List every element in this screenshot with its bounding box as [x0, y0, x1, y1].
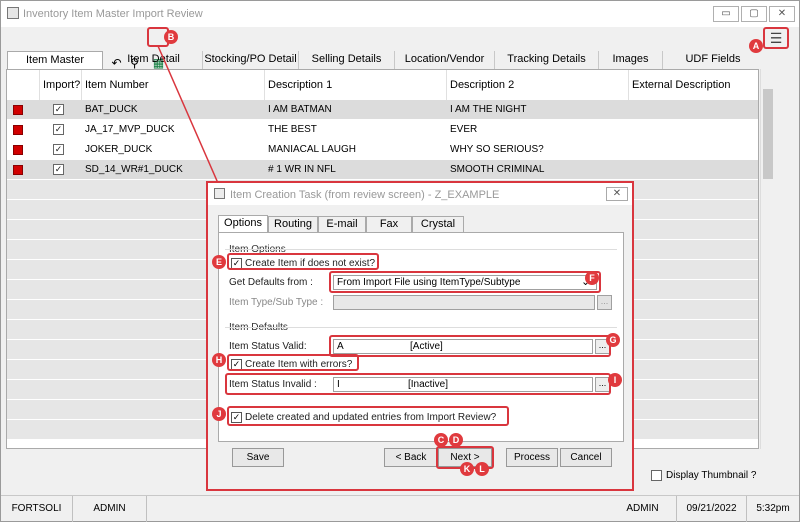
cancel-button[interactable]: Cancel: [560, 448, 612, 467]
type-subtype-input: [333, 295, 595, 310]
marker-k: K: [460, 462, 474, 476]
highlight-create-with-errors: [227, 354, 359, 371]
dialog-tab-email[interactable]: E-mail: [318, 216, 366, 233]
dialog-title-bar: Item Creation Task (from review screen) …: [208, 183, 632, 205]
get-defaults-label: Get Defaults from :: [229, 277, 313, 288]
highlight-create-if-missing: [227, 253, 379, 270]
marker-i: I: [608, 373, 622, 387]
marker-d: D: [449, 433, 463, 447]
marker-h: H: [212, 353, 226, 367]
highlight-status-valid: [329, 335, 611, 357]
back-button[interactable]: < Back: [384, 448, 438, 467]
dialog-close-button[interactable]: ✕: [606, 187, 628, 201]
dialog-title: Item Creation Task (from review screen) …: [230, 189, 500, 201]
marker-f: F: [585, 271, 599, 285]
save-button[interactable]: Save: [232, 448, 284, 467]
status-valid-label: Item Status Valid:: [229, 341, 307, 352]
dialog-tab-crystal[interactable]: Crystal: [412, 216, 464, 233]
highlight-get-defaults: [329, 271, 601, 293]
highlight-status-invalid: [225, 373, 611, 395]
marker-g: G: [606, 333, 620, 347]
highlight-delete-entries: [227, 406, 509, 426]
dialog-tab-options[interactable]: Options: [218, 215, 268, 233]
type-subtype-label: Item Type/Sub Type :: [229, 297, 324, 308]
marker-e: E: [212, 255, 226, 269]
dialog-tab-fax[interactable]: Fax: [366, 216, 412, 233]
item-creation-dialog: Item Creation Task (from review screen) …: [206, 181, 634, 491]
marker-c: C: [434, 433, 448, 447]
marker-l: L: [475, 462, 489, 476]
group-divider: [225, 327, 617, 328]
marker-j: J: [212, 407, 226, 421]
process-button[interactable]: Process: [506, 448, 558, 467]
dialog-tab-routing[interactable]: Routing: [268, 216, 318, 233]
type-subtype-lookup: ...: [597, 295, 612, 310]
dialog-icon: [214, 188, 225, 199]
group-divider: [225, 249, 617, 250]
options-panel: Item Options ✓ Create Item if does not e…: [218, 232, 624, 442]
